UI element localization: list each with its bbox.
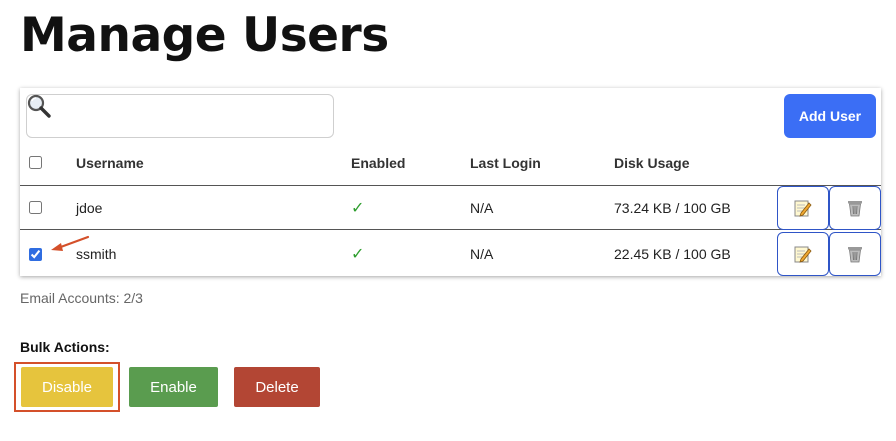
search-icon — [27, 94, 51, 118]
edit-user-button[interactable] — [777, 232, 829, 276]
trash-icon — [848, 247, 862, 263]
search-input[interactable] — [55, 101, 325, 131]
row-checkbox[interactable] — [29, 247, 42, 261]
last-login-cell: N/A — [470, 199, 494, 216]
column-header-last-login[interactable]: Last Login — [470, 140, 541, 185]
add-user-button[interactable]: Add User — [784, 94, 876, 138]
users-table-panel: Add User Username Enabled Last Login Dis… — [20, 88, 881, 276]
username-cell: jdoe — [76, 199, 103, 216]
edit-icon — [794, 246, 812, 263]
trash-icon — [848, 201, 862, 217]
delete-user-button[interactable] — [829, 186, 881, 230]
enabled-check-icon: ✓ — [351, 246, 365, 263]
last-login-cell: N/A — [470, 246, 494, 262]
table-row: ssmith ✓ N/A 22.45 KB / 100 GB — [20, 232, 881, 276]
row-checkbox[interactable] — [29, 201, 42, 214]
table-header: Username Enabled Last Login Disk Usage — [20, 140, 881, 186]
email-accounts-count: Email Accounts: 2/3 — [20, 290, 143, 306]
select-all-cell — [29, 140, 49, 185]
page-title: Manage Users — [20, 8, 389, 63]
edit-icon — [794, 200, 812, 217]
search-box[interactable] — [26, 94, 334, 138]
select-all-checkbox[interactable] — [29, 156, 42, 169]
row-select-cell — [29, 186, 49, 229]
disk-usage-cell: 73.24 KB / 100 GB — [614, 199, 731, 216]
bulk-actions-label: Bulk Actions: — [20, 339, 110, 355]
column-header-disk-usage[interactable]: Disk Usage — [614, 140, 689, 185]
annotation-arrow-icon — [51, 235, 90, 251]
disk-usage-cell: 22.45 KB / 100 GB — [614, 246, 731, 262]
row-select-cell — [29, 232, 49, 276]
column-header-enabled[interactable]: Enabled — [351, 140, 405, 185]
column-header-username[interactable]: Username — [76, 140, 144, 185]
delete-button[interactable]: Delete — [234, 367, 320, 407]
enabled-check-icon: ✓ — [351, 199, 365, 217]
enable-button[interactable]: Enable — [129, 367, 218, 407]
edit-user-button[interactable] — [777, 186, 829, 230]
delete-user-button[interactable] — [829, 232, 881, 276]
table-row: jdoe ✓ N/A 73.24 KB / 100 GB — [20, 186, 881, 230]
disable-button[interactable]: Disable — [21, 367, 113, 407]
